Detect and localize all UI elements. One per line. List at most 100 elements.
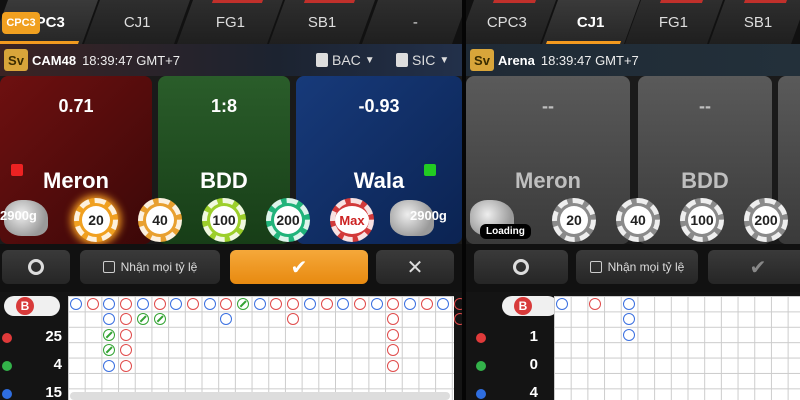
- tab-sb1[interactable]: SB1: [269, 0, 376, 44]
- result-bead: [387, 313, 400, 326]
- chip-200[interactable]: 200: [744, 198, 788, 242]
- chip-100[interactable]: 100: [680, 198, 724, 242]
- tab-cj1[interactable]: CJ1: [541, 0, 640, 44]
- tab-label: FG1: [215, 13, 245, 31]
- chip-100[interactable]: 100: [202, 198, 246, 242]
- accept-odds-label: Nhận mọi tỷ lệ: [120, 260, 198, 274]
- tab-cj1[interactable]: CJ1: [84, 0, 191, 44]
- chip-label: 200: [752, 206, 780, 234]
- result-bead: [120, 313, 133, 326]
- bdd-badge: B: [502, 296, 558, 316]
- chip-label: 100: [688, 206, 716, 234]
- label-wala: Wala: [353, 168, 405, 193]
- green-dot-icon: [2, 361, 12, 371]
- accept-odds-toggle[interactable]: Nhận mọi tỷ lệ: [576, 250, 698, 284]
- tab-empty[interactable]: -: [361, 0, 462, 44]
- result-bead: [454, 298, 462, 310]
- odds-bdd: --: [699, 96, 711, 116]
- chip-20[interactable]: 20: [74, 198, 118, 242]
- accept-odds-label: Nhận mọi tỷ lệ: [607, 260, 685, 274]
- chevron-down-icon: ▼: [364, 54, 375, 66]
- checkbox-icon: [589, 261, 602, 273]
- settings-button[interactable]: [474, 250, 568, 284]
- result-bead: [170, 298, 183, 310]
- result-bead: [120, 298, 133, 310]
- bead-road-grid: [68, 296, 462, 400]
- stat-red: 25: [0, 328, 62, 348]
- balance-right: 2900g: [410, 208, 447, 223]
- chip-row: 2900g 20 40 100 200 Max 2900g: [0, 196, 462, 244]
- result-bead: [420, 298, 433, 310]
- panel-cam48: CPC3 CJ1 FG1 SB1 - CPC3 Sv CAM48 18:39:4…: [0, 0, 462, 400]
- stat-value: 15: [45, 384, 62, 400]
- result-bead: [320, 298, 333, 310]
- badge-letter: B: [16, 297, 34, 315]
- odds-meron: --: [542, 96, 554, 116]
- chip-label: Max: [335, 206, 369, 234]
- room-name: Arena: [498, 52, 535, 68]
- result-bead: [270, 298, 283, 310]
- result-bead: [220, 313, 233, 326]
- result-bead: [387, 344, 400, 357]
- card-icon: [316, 53, 328, 67]
- chip-40[interactable]: 40: [616, 198, 660, 242]
- label-meron: Meron: [43, 168, 109, 193]
- confirm-button[interactable]: ✔: [230, 250, 368, 284]
- result-bead: [153, 298, 166, 310]
- tab-bar: CPC3 CJ1 FG1 SB1: [466, 0, 800, 44]
- stat-value: 0: [529, 356, 538, 373]
- tab-label: SB1: [743, 13, 772, 31]
- stat-value: 4: [529, 384, 538, 400]
- brand-logo: CPC3: [0, 0, 60, 44]
- tab-bar: CPC3 CJ1 FG1 SB1 -: [0, 0, 462, 44]
- badge-letter: B: [514, 297, 532, 315]
- sic-dropdown[interactable]: SIC ▼: [396, 50, 449, 70]
- tab-fg1[interactable]: FG1: [176, 0, 284, 44]
- accept-odds-toggle[interactable]: Nhận mọi tỷ lệ: [80, 250, 220, 284]
- label-meron: Meron: [515, 168, 581, 193]
- panel-arena: CPC3 CJ1 FG1 SB1 Sv Arena 18:39:47 GMT+7…: [466, 0, 800, 400]
- result-bead: [103, 344, 116, 357]
- bdd-badge: B: [4, 296, 60, 316]
- chip-label: 40: [624, 206, 652, 234]
- chevron-down-icon: ▼: [439, 54, 450, 66]
- action-bar: Nhận mọi tỷ lệ ✔: [466, 244, 800, 292]
- red-dot-icon: [476, 333, 486, 343]
- chip-20[interactable]: 20: [552, 198, 596, 242]
- result-bead: [103, 328, 116, 341]
- result-bead: [387, 298, 400, 310]
- cancel-button[interactable]: ✕: [376, 250, 454, 284]
- chip-max[interactable]: Max: [330, 198, 374, 242]
- dropdown-label: BAC: [332, 52, 361, 68]
- check-icon: ✔: [749, 256, 767, 279]
- chip-40[interactable]: 40: [138, 198, 182, 242]
- chip-200[interactable]: 200: [266, 198, 310, 242]
- result-bead: [103, 359, 116, 372]
- result-bead: [253, 298, 266, 310]
- stat-blue: 15: [0, 384, 62, 400]
- clock: 18:39:47 GMT+7: [540, 52, 639, 68]
- check-icon: ✔: [290, 256, 308, 279]
- settings-button[interactable]: [2, 250, 70, 284]
- result-bead: [387, 359, 400, 372]
- confirm-button[interactable]: ✔: [708, 250, 800, 284]
- tab-label: CJ1: [576, 13, 605, 31]
- result-bead: [287, 298, 300, 310]
- result-stats: B 1 0 4: [466, 292, 558, 400]
- bac-dropdown[interactable]: BAC ▼: [316, 50, 375, 70]
- tab-sb1[interactable]: SB1: [708, 0, 800, 44]
- bead-road-grid: [554, 296, 800, 400]
- dropdown-label: SIC: [412, 52, 436, 68]
- label-bdd: BDD: [681, 168, 729, 193]
- balance-left: 2900g: [0, 208, 37, 223]
- result-roadmap: B 1 0 4: [466, 292, 800, 400]
- app-root: CPC3 CJ1 FG1 SB1 - CPC3 Sv CAM48 18:39:4…: [0, 0, 800, 400]
- roadmap-scrollbar[interactable]: [70, 392, 450, 400]
- result-bead: [103, 313, 116, 326]
- tab-cpc3[interactable]: CPC3: [466, 0, 556, 44]
- result-bead: [120, 344, 133, 357]
- tab-fg1[interactable]: FG1: [624, 0, 723, 44]
- stat-value: 25: [45, 328, 62, 345]
- chip-label: 200: [274, 206, 302, 234]
- result-bead: [103, 298, 116, 310]
